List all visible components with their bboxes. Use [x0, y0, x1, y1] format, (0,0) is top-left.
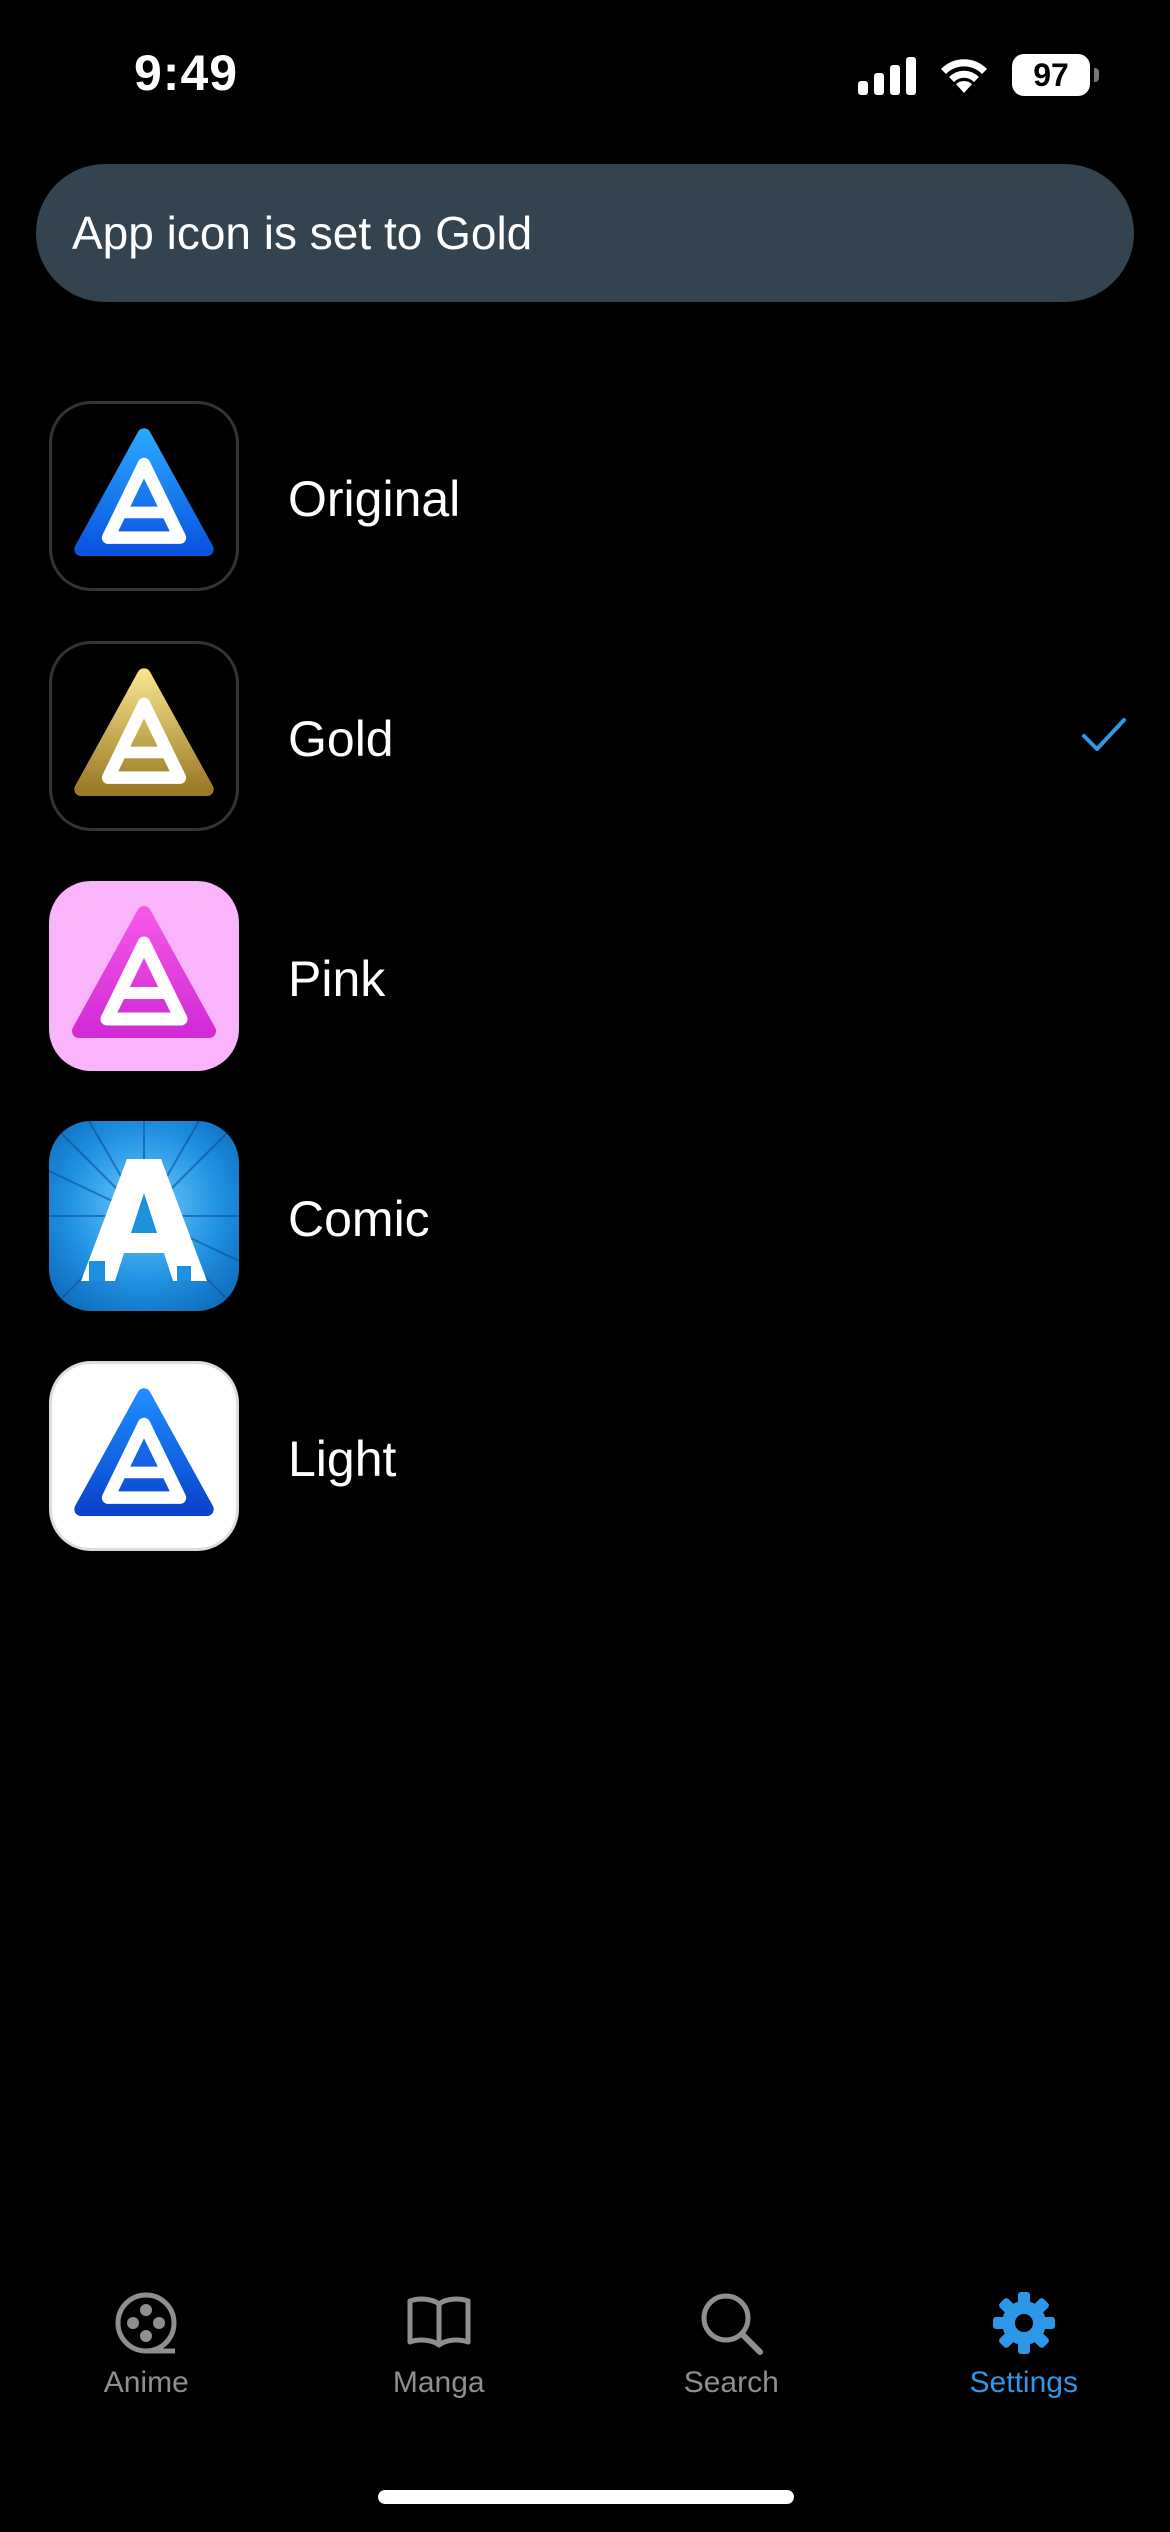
gear-icon [991, 2290, 1057, 2356]
tab-manga[interactable]: Manga [293, 2290, 586, 2430]
toast-message: App icon is set to Gold [72, 207, 533, 259]
book-icon [406, 2290, 472, 2356]
tab-settings[interactable]: Settings [878, 2290, 1170, 2430]
toast-notification: App icon is set to Gold [36, 164, 1134, 302]
light-icon [49, 1361, 239, 1551]
status-time: 9:49 [134, 45, 239, 101]
cellular-signal-icon [858, 55, 916, 95]
icon-label: Pink [288, 951, 386, 1007]
icon-option-light[interactable]: Light [0, 1360, 1170, 1600]
tab-search[interactable]: Search [585, 2290, 878, 2430]
checkmark-icon [1082, 718, 1126, 751]
icon-option-original[interactable]: Original [0, 400, 1170, 640]
tab-label: Settings [969, 2366, 1078, 2399]
tab-bar: Anime Manga Search Settings [0, 2290, 1170, 2430]
icon-option-comic[interactable]: Comic [0, 1120, 1170, 1360]
icon-label: Light [288, 1431, 397, 1487]
film-reel-icon [113, 2290, 179, 2356]
tab-anime[interactable]: Anime [0, 2290, 293, 2430]
comic-icon [49, 1121, 239, 1311]
status-indicators: 97 [858, 54, 1099, 96]
original-icon [49, 401, 239, 591]
battery-icon: 97 [1012, 54, 1099, 96]
icon-label: Original [288, 471, 461, 527]
tab-label: Search [683, 2366, 779, 2399]
wifi-icon [938, 55, 990, 95]
tab-label: Manga [392, 2366, 485, 2399]
icon-label: Gold [288, 711, 394, 767]
home-indicator[interactable] [378, 2490, 794, 2504]
pink-icon [49, 881, 239, 1071]
gold-icon [49, 641, 239, 831]
icon-option-pink[interactable]: Pink [0, 880, 1170, 1120]
icon-label: Comic [288, 1191, 430, 1247]
app-icon-list: Original Gold Pink Comic Light [0, 400, 1170, 1600]
search-icon [698, 2290, 764, 2356]
tab-label: Anime [103, 2366, 189, 2399]
icon-option-gold[interactable]: Gold [0, 640, 1170, 880]
status-bar: 9:49 97 [0, 0, 1170, 150]
